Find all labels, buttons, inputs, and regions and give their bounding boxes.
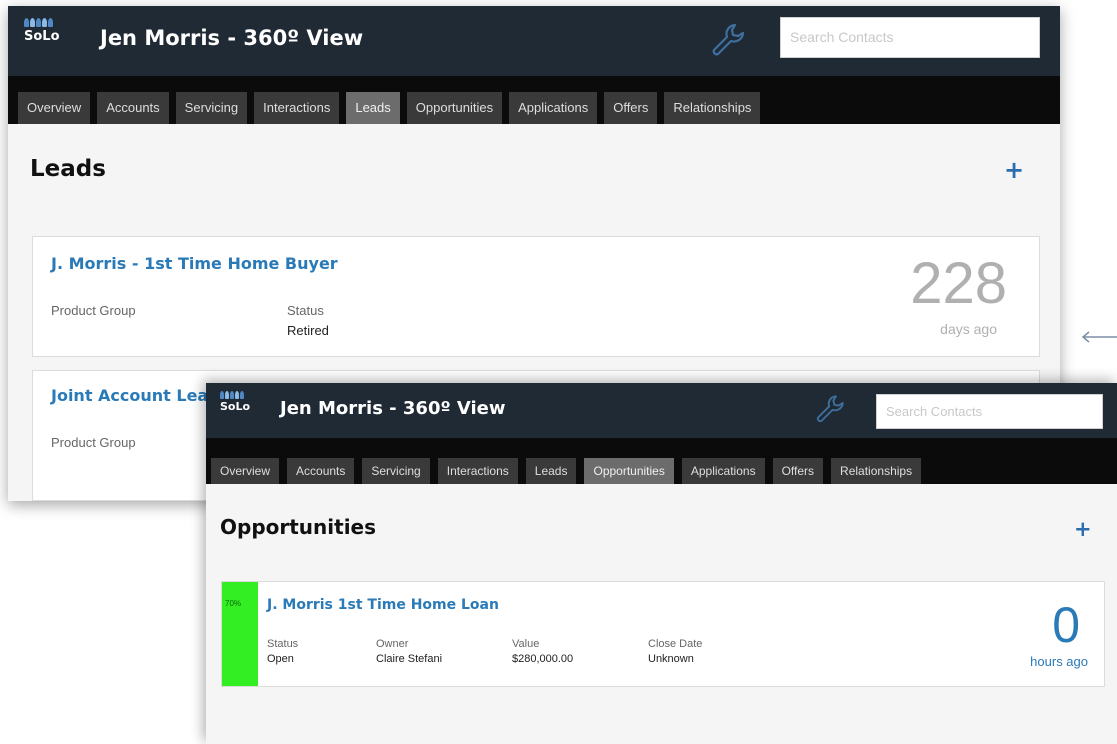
- wrench-icon[interactable]: [708, 20, 748, 60]
- close-date-label: Close Date: [648, 638, 703, 650]
- wrench-icon[interactable]: [813, 392, 847, 426]
- probability-value: 70%: [225, 599, 242, 608]
- tab-accounts[interactable]: Accounts: [97, 92, 169, 124]
- logo-text: SoLo: [220, 400, 251, 413]
- solo-logo[interactable]: SoLo: [220, 391, 250, 413]
- tab-relationships[interactable]: Relationships: [831, 458, 922, 484]
- solo-logo[interactable]: SoLo: [24, 18, 60, 44]
- lead-title-link[interactable]: Joint Account Lea: [51, 386, 208, 405]
- tab-overview[interactable]: Overview: [18, 92, 91, 124]
- owner-label: Owner: [376, 638, 409, 650]
- probability-indicator: 70%: [222, 582, 258, 686]
- logo-people-icon: [24, 18, 60, 27]
- tab-interactions[interactable]: Interactions: [437, 458, 518, 484]
- tab-servicing[interactable]: Servicing: [175, 92, 248, 124]
- lead-card[interactable]: J. Morris - 1st Time Home Buyer Product …: [32, 236, 1040, 357]
- arrow-left-icon: [1081, 331, 1117, 343]
- opportunities-window: SoLo Jen Morris - 360º View Search Conta…: [206, 383, 1117, 744]
- tab-applications[interactable]: Applications: [509, 92, 598, 124]
- page-header-title: Jen Morris - 360º View: [100, 26, 364, 50]
- value-label: Value: [512, 638, 540, 650]
- status-value: Retired: [287, 323, 329, 338]
- product-group-label: Product Group: [51, 303, 136, 318]
- search-contacts-input[interactable]: Search Contacts: [780, 17, 1040, 58]
- age-unit: days ago: [940, 321, 997, 337]
- page-title: Opportunities: [220, 515, 377, 539]
- page-title: Leads: [30, 156, 106, 182]
- lead-title-link[interactable]: J. Morris - 1st Time Home Buyer: [51, 254, 338, 273]
- logo-text: SoLo: [24, 29, 60, 44]
- tab-offers[interactable]: Offers: [604, 92, 658, 124]
- tab-interactions[interactable]: Interactions: [254, 92, 340, 124]
- tab-bar: Overview Accounts Servicing Interactions…: [206, 438, 1117, 493]
- logo-people-icon: [220, 391, 250, 399]
- app-header: SoLo Jen Morris - 360º View Search Conta…: [8, 6, 1060, 76]
- plus-icon[interactable]: +: [1004, 156, 1024, 184]
- tab-leads[interactable]: Leads: [525, 458, 577, 484]
- tab-leads[interactable]: Leads: [346, 92, 400, 133]
- age-number: 228: [910, 251, 1007, 316]
- tab-opportunities[interactable]: Opportunities: [584, 458, 674, 493]
- tab-bar: Overview Accounts Servicing Interactions…: [8, 76, 1060, 133]
- status-value: Open: [267, 653, 294, 665]
- page-header-title: Jen Morris - 360º View: [280, 398, 506, 419]
- opportunities-content: Opportunities + 70% J. Morris 1st Time H…: [206, 484, 1117, 744]
- close-date-value: Unknown: [648, 653, 694, 665]
- age-unit: hours ago: [1030, 654, 1088, 669]
- tab-applications[interactable]: Applications: [681, 458, 765, 484]
- tab-accounts[interactable]: Accounts: [287, 458, 355, 484]
- opportunity-card[interactable]: 70% J. Morris 1st Time Home Loan Status …: [221, 581, 1105, 687]
- app-header: SoLo Jen Morris - 360º View Search Conta…: [206, 383, 1117, 438]
- age-number: 0: [1052, 597, 1080, 653]
- product-group-label: Product Group: [51, 435, 136, 450]
- value-amount: $280,000.00: [512, 653, 574, 665]
- plus-icon[interactable]: +: [1074, 517, 1092, 541]
- opportunity-title-link[interactable]: J. Morris 1st Time Home Loan: [267, 597, 499, 613]
- owner-value: Claire Stefani: [376, 653, 443, 665]
- status-label: Status: [287, 303, 324, 318]
- tab-opportunities[interactable]: Opportunities: [406, 92, 503, 124]
- tab-servicing[interactable]: Servicing: [362, 458, 430, 484]
- tab-offers[interactable]: Offers: [772, 458, 824, 484]
- status-label: Status: [267, 638, 299, 650]
- search-contacts-input[interactable]: Search Contacts: [876, 394, 1103, 429]
- tab-relationships[interactable]: Relationships: [664, 92, 761, 124]
- tab-overview[interactable]: Overview: [211, 458, 280, 484]
